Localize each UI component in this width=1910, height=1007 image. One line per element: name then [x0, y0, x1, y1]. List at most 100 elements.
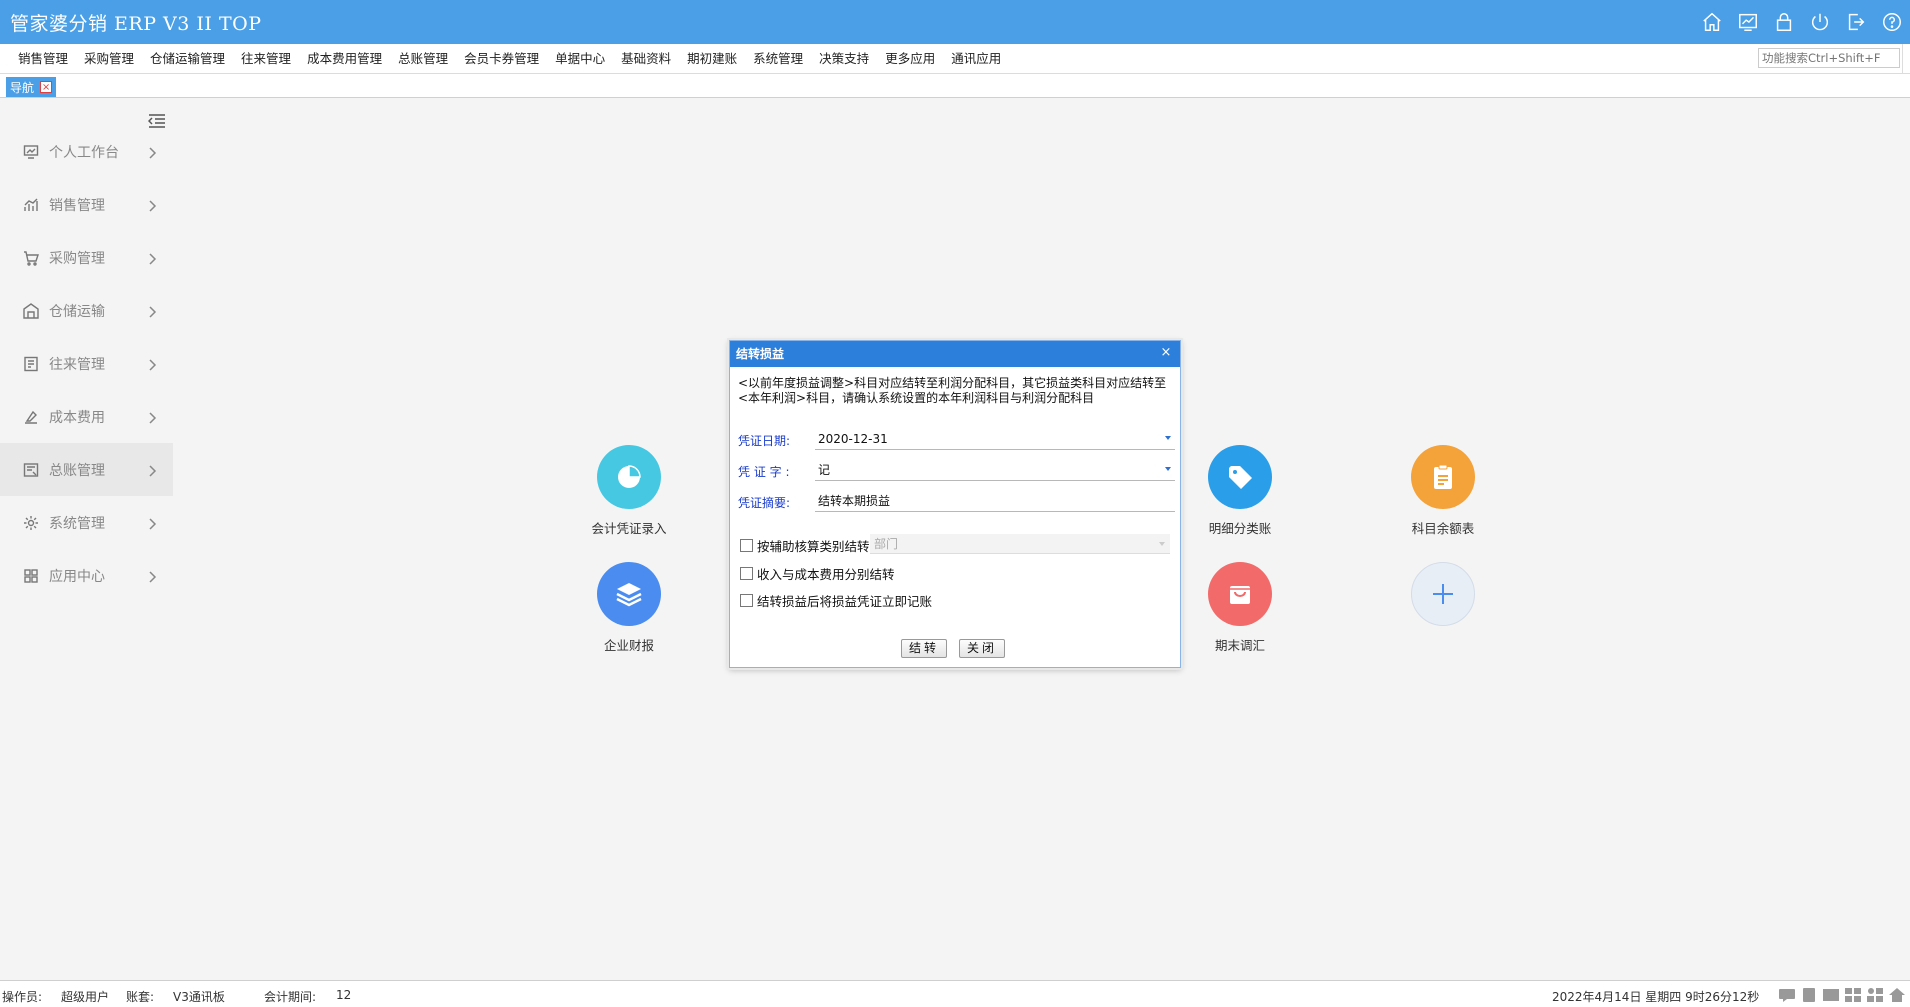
chevron-right-icon	[148, 145, 158, 159]
grid-icon[interactable]	[1844, 987, 1862, 1003]
shortcut-detail-ledger[interactable]: 明细分类账	[1180, 445, 1300, 537]
monitor-icon	[23, 144, 39, 160]
menu-documents[interactable]: 单据中心	[547, 44, 613, 74]
menu-membership[interactable]: 会员卡券管理	[456, 44, 547, 74]
function-search-input[interactable]	[1758, 48, 1900, 68]
dashboard-icon[interactable]	[1736, 10, 1760, 34]
sidebar-item-cost[interactable]: 成本费用	[0, 390, 173, 443]
shortcut-label: 期末调汇	[1214, 638, 1265, 653]
menu-purchase[interactable]: 采购管理	[76, 44, 142, 74]
confirm-transfer-button[interactable]: 结转	[901, 639, 947, 658]
menu-cost[interactable]: 成本费用管理	[299, 44, 390, 74]
voucher-word-value: 记	[818, 463, 831, 477]
ledger-icon	[23, 462, 39, 478]
sidebar-item-purchase[interactable]: 采购管理	[0, 231, 173, 284]
power-icon[interactable]	[1808, 10, 1832, 34]
voucher-date-label: 凭证日期:	[738, 434, 791, 448]
tab-row: 导航 ×	[0, 74, 1910, 98]
notes-icon[interactable]	[1800, 987, 1818, 1003]
menu-ledger[interactable]: 总账管理	[390, 44, 456, 74]
menu-accounts[interactable]: 往来管理	[233, 44, 299, 74]
status-bar: 操作员: 超级用户 账套: V3通讯板 会计期间: 12 2022年4月14日 …	[0, 980, 1910, 1007]
clipboard-icon	[1411, 445, 1475, 509]
post-voucher-checkbox[interactable]	[740, 594, 753, 607]
sidebar-item-warehouse[interactable]: 仓储运输	[0, 284, 173, 337]
shortcut-label: 企业财报	[603, 638, 654, 653]
shortcut-period-end-fx[interactable]: 期末调汇	[1180, 562, 1300, 654]
gear-icon	[23, 515, 39, 531]
checkbox-row-aux[interactable]: 按辅助核算类别结转	[740, 536, 870, 555]
sidebar-item-label: 应用中心	[49, 568, 105, 585]
menu-bar: 销售管理 采购管理 仓储运输管理 往来管理 成本费用管理 总账管理 会员卡券管理…	[0, 44, 1910, 74]
voucher-date-field[interactable]: 2020-12-31	[815, 428, 1175, 450]
sidebar-item-ledger[interactable]: 总账管理	[0, 443, 173, 496]
close-icon[interactable]: ×	[40, 81, 53, 93]
sidebar-item-accounts[interactable]: 往来管理	[0, 337, 173, 390]
menu-basic-data[interactable]: 基础资料	[613, 44, 679, 74]
menu-decision[interactable]: 决策支持	[811, 44, 877, 74]
bag-icon	[1208, 562, 1272, 626]
voucher-summary-field[interactable]: 结转本期损益	[815, 490, 1175, 512]
checkbox-label: 按辅助核算类别结转	[757, 539, 870, 554]
chevron-right-icon	[148, 569, 158, 583]
menu-system[interactable]: 系统管理	[745, 44, 811, 74]
layers-icon	[597, 562, 661, 626]
chevron-down-icon[interactable]	[1165, 436, 1171, 440]
shortcut-voucher-entry[interactable]: 会计凭证录入	[569, 445, 689, 537]
logout-icon[interactable]	[1844, 10, 1868, 34]
shortcut-account-balance[interactable]: 科目余额表	[1383, 445, 1503, 537]
operator-value: 超级用户	[61, 990, 110, 1004]
income-cost-checkbox[interactable]	[740, 567, 753, 580]
checkbox-label: 收入与成本费用分别结转	[757, 567, 895, 582]
menu-sales[interactable]: 销售管理	[10, 44, 76, 74]
cost-icon	[23, 409, 39, 425]
chevron-right-icon	[148, 304, 158, 318]
dialog-description: <以前年度损益调整>科目对应结转至利润分配科目，其它损益类科目对应结转至<本年利…	[738, 376, 1167, 405]
lock-icon[interactable]	[1772, 10, 1796, 34]
shortcut-financial-report[interactable]: 企业财报	[569, 562, 689, 654]
department-select[interactable]: 部门	[870, 534, 1170, 554]
sidebar-item-label: 成本费用	[49, 409, 105, 426]
voucher-word-label: 凭 证 字 :	[738, 465, 790, 479]
tab-label: 导航	[10, 80, 35, 95]
operator-label: 操作员:	[2, 990, 43, 1004]
aux-transfer-checkbox[interactable]	[740, 539, 753, 552]
chevron-down-icon[interactable]	[1165, 467, 1171, 471]
sidebar-item-apps[interactable]: 应用中心	[0, 549, 173, 602]
home-icon[interactable]	[1700, 10, 1724, 34]
plus-icon	[1411, 562, 1475, 626]
warehouse-icon	[23, 302, 39, 319]
help-icon[interactable]	[1880, 10, 1904, 34]
period-value: 12	[336, 988, 352, 1002]
chevron-down-icon	[1159, 542, 1165, 546]
checkbox-row-income-cost[interactable]: 收入与成本费用分别结转	[740, 564, 895, 583]
app-title: 管家婆分销 ERP V3 II TOP	[10, 13, 262, 35]
close-button[interactable]: 关闭	[959, 639, 1005, 658]
checkbox-row-post[interactable]: 结转损益后将损益凭证立即记账	[740, 591, 932, 610]
shortcut-label: 科目余额表	[1411, 521, 1475, 536]
tab-navigation[interactable]: 导航 ×	[6, 77, 57, 97]
table-icon[interactable]	[1822, 987, 1840, 1003]
sidebar-item-label: 系统管理	[49, 515, 105, 532]
voucher-summary-label: 凭证摘要:	[738, 496, 791, 510]
apps-icon	[23, 568, 39, 584]
chevron-right-icon	[148, 516, 158, 530]
menu-communication[interactable]: 通讯应用	[943, 44, 1009, 74]
menu-scrollbar[interactable]	[1902, 44, 1910, 74]
account-value: V3通讯板	[173, 990, 225, 1004]
sidebar-item-system[interactable]: 系统管理	[0, 496, 173, 549]
department-placeholder: 部门	[874, 537, 899, 551]
menu-opening[interactable]: 期初建账	[679, 44, 745, 74]
menu-more[interactable]: 更多应用	[877, 44, 943, 74]
message-icon[interactable]	[1778, 987, 1796, 1003]
home-icon[interactable]	[1888, 987, 1906, 1003]
checkbox-label: 结转损益后将损益凭证立即记账	[757, 594, 933, 609]
apps-icon[interactable]	[1866, 987, 1884, 1003]
sidebar-item-workbench[interactable]: 个人工作台	[0, 125, 173, 178]
sidebar-item-label: 采购管理	[49, 250, 105, 267]
menu-warehouse[interactable]: 仓储运输管理	[142, 44, 233, 74]
shortcut-add[interactable]	[1383, 562, 1503, 626]
close-icon[interactable]: ×	[1158, 345, 1174, 361]
sidebar-item-sales[interactable]: 销售管理	[0, 178, 173, 231]
voucher-word-select[interactable]: 记	[815, 459, 1175, 481]
